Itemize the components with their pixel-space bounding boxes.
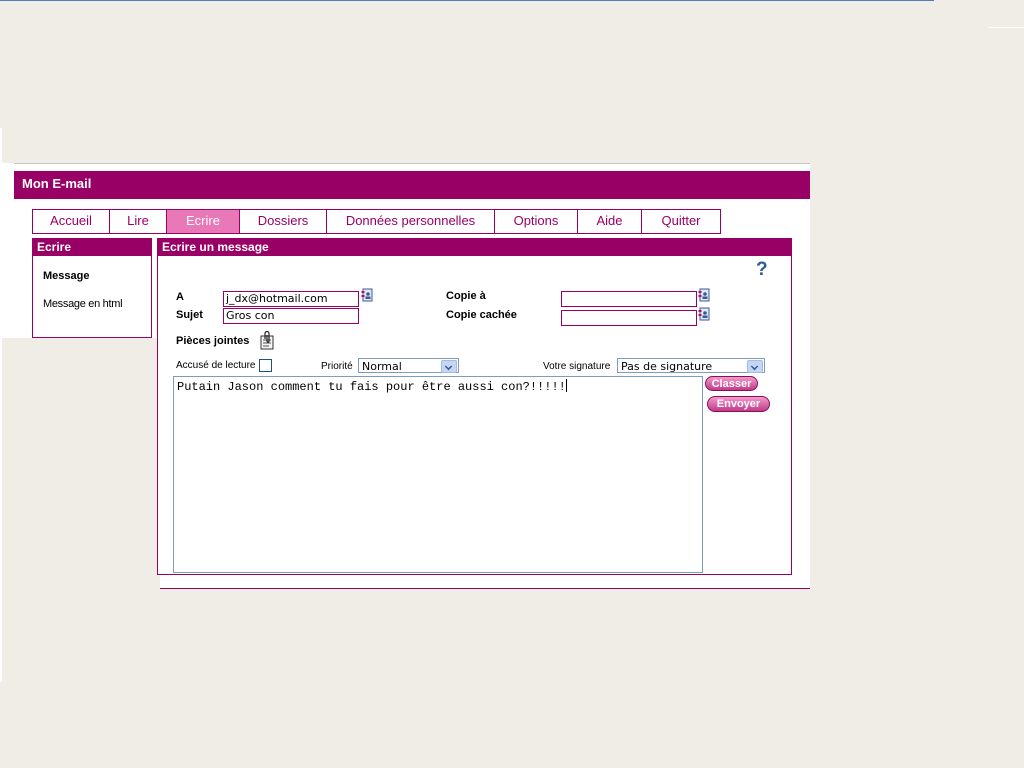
corner-line xyxy=(988,27,1024,28)
tab-lire[interactable]: Lire xyxy=(110,210,167,233)
read-receipt-label: Accusé de lecture xyxy=(176,360,256,371)
text-caret xyxy=(565,379,567,392)
tab-accueil[interactable]: Accueil xyxy=(33,210,110,233)
chevron-down-icon xyxy=(441,360,457,373)
compose-title: Ecrire un message xyxy=(157,238,792,256)
send-button[interactable]: Envoyer xyxy=(707,396,770,412)
tab-label: Lire xyxy=(127,213,149,228)
tab-label: Données personnelles xyxy=(345,213,476,228)
page-top-divider xyxy=(14,163,810,164)
tab-label: Accueil xyxy=(50,213,92,228)
tab-label: Ecrire xyxy=(186,213,220,228)
main-nav-tabs: Accueil Lire Ecrire Dossiers Données per… xyxy=(32,209,721,234)
tab-aide[interactable]: Aide xyxy=(578,210,642,233)
left-margin xyxy=(2,163,14,338)
tab-dossiers[interactable]: Dossiers xyxy=(240,210,327,233)
signature-value: Pas de signature xyxy=(621,360,713,373)
sidebar-item-message[interactable]: Message xyxy=(43,270,89,282)
tab-donnees-personnelles[interactable]: Données personnelles xyxy=(327,210,495,233)
to-label: A xyxy=(176,291,184,303)
paperclip-icon[interactable] xyxy=(260,331,274,350)
tab-label: Quitter xyxy=(661,213,701,228)
priority-select[interactable]: Normal xyxy=(358,358,459,373)
tab-ecrire[interactable]: Ecrire xyxy=(167,210,240,233)
sidebar-title: Ecrire xyxy=(32,238,152,256)
priority-value: Normal xyxy=(362,360,402,373)
tab-label: Aide xyxy=(596,213,623,228)
sidebar-item-message-html[interactable]: Message en html xyxy=(43,298,123,310)
top-border-line xyxy=(0,0,934,1)
read-receipt-checkbox[interactable] xyxy=(259,359,272,372)
app-title-bar: Mon E-mail xyxy=(14,171,810,199)
tab-label: Dossiers xyxy=(257,213,309,228)
classer-button[interactable]: Classer xyxy=(705,376,758,391)
bcc-label: Copie cachée xyxy=(446,309,517,321)
priority-label: Priorité xyxy=(321,361,353,372)
help-icon[interactable]: ? xyxy=(756,259,768,281)
signature-label: Votre signature xyxy=(543,361,611,372)
address-book-icon[interactable] xyxy=(698,288,710,302)
tab-options[interactable]: Options xyxy=(495,210,578,233)
address-book-icon[interactable] xyxy=(361,288,373,302)
address-book-icon[interactable] xyxy=(698,307,710,321)
chevron-down-icon xyxy=(747,360,763,373)
cc-field[interactable] xyxy=(561,291,697,307)
attachments-label: Pièces jointes xyxy=(176,335,250,347)
bcc-field[interactable] xyxy=(561,310,697,326)
subject-field[interactable]: Gros con xyxy=(223,308,359,324)
message-body-textarea[interactable]: Putain Jason comment tu fais pour être a… xyxy=(173,376,703,573)
tab-label: Options xyxy=(513,213,559,228)
page-bottom-divider xyxy=(160,588,810,589)
signature-select[interactable]: Pas de signature xyxy=(617,358,765,373)
tab-quitter[interactable]: Quitter xyxy=(642,210,720,233)
cc-label: Copie à xyxy=(446,290,486,302)
subject-label: Sujet xyxy=(176,309,203,321)
app-title: Mon E-mail xyxy=(22,176,92,191)
message-body-text: Putain Jason comment tu fais pour être a… xyxy=(177,380,566,394)
to-field[interactable]: j_dx@hotmail.com xyxy=(223,291,359,307)
